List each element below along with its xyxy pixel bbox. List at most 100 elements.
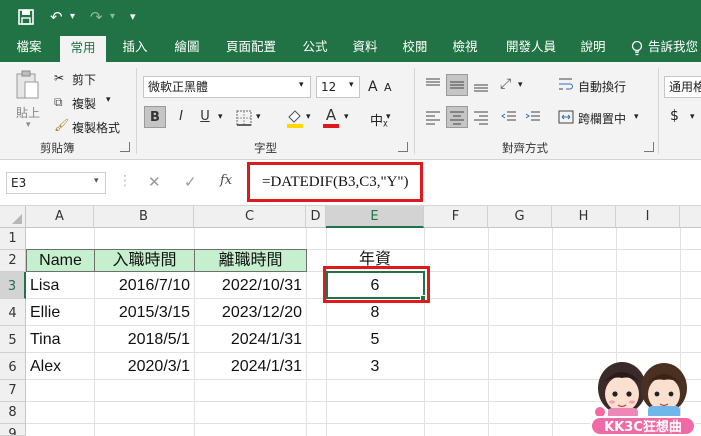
tab-formulas[interactable]: 公式 [292, 34, 338, 62]
paste-button[interactable]: 貼上 [16, 104, 40, 121]
paste-icon[interactable] [14, 70, 40, 103]
bold-button[interactable]: B [144, 106, 166, 128]
redo-icon[interactable]: ↷ [90, 6, 103, 28]
row-header-5[interactable]: 5 [0, 326, 26, 353]
row-header-4[interactable]: 4 [0, 299, 26, 326]
name-cell[interactable]: Alex [30, 353, 61, 380]
column-header-f[interactable]: F [424, 206, 488, 228]
column-header-j[interactable] [680, 206, 701, 228]
name-cell[interactable]: Tina [30, 326, 61, 353]
shrink-font-icon[interactable]: A [384, 81, 392, 94]
name-cell[interactable]: Lisa [30, 272, 59, 299]
hire-date-cell[interactable]: 2020/3/1 [94, 353, 190, 380]
row-header-1[interactable]: 1 [0, 228, 26, 250]
tenure-cell[interactable]: 5 [326, 326, 424, 353]
tenure-cell[interactable]: 3 [326, 353, 424, 380]
undo-dropdown-icon[interactable]: ▾ [70, 6, 75, 28]
clipboard-launcher-icon[interactable] [120, 142, 130, 152]
tab-file[interactable]: 檔案 [6, 34, 52, 62]
paste-dropdown-icon[interactable]: ▾ [26, 120, 31, 130]
font-color-icon[interactable]: A [322, 106, 340, 128]
alignment-launcher-icon[interactable] [644, 142, 654, 152]
column-header-g[interactable]: G [488, 206, 552, 228]
increase-indent-icon[interactable] [524, 108, 542, 129]
column-header-d[interactable]: D [306, 206, 326, 228]
italic-button[interactable]: I [170, 106, 192, 128]
header-cell-leave-date[interactable]: 離職時間 [194, 249, 307, 272]
hire-date-cell[interactable]: 2018/5/1 [94, 326, 190, 353]
leave-date-cell[interactable]: 2024/1/31 [194, 326, 302, 353]
row-header-7[interactable]: 7 [0, 380, 26, 402]
row-header-6[interactable]: 6 [0, 353, 26, 380]
font-name-dropdown-icon[interactable]: ▾ [299, 80, 304, 90]
cancel-icon[interactable]: ✕ [148, 173, 161, 191]
column-header-i[interactable]: I [616, 206, 680, 228]
select-all-corner[interactable] [0, 206, 26, 228]
number-format-select[interactable]: 通用格式 [664, 76, 701, 98]
tab-home[interactable]: 常用 [60, 34, 106, 62]
align-top-icon[interactable] [424, 76, 442, 97]
copy-dropdown-icon[interactable]: ▾ [106, 95, 111, 105]
hire-date-cell[interactable]: 2015/3/15 [94, 299, 190, 326]
fill-color-icon[interactable] [286, 108, 304, 131]
borders-icon[interactable] [236, 110, 252, 129]
currency-dropdown-icon[interactable]: ▾ [690, 112, 695, 122]
align-left-icon[interactable] [424, 108, 442, 129]
align-bottom-icon[interactable] [472, 76, 490, 97]
wrap-text-button[interactable]: 自動換行 [578, 78, 626, 95]
borders-dropdown-icon[interactable]: ▾ [256, 112, 261, 122]
grow-font-icon[interactable]: A [368, 79, 378, 95]
currency-button[interactable]: $ [670, 108, 679, 124]
merge-dropdown-icon[interactable]: ▾ [634, 112, 639, 122]
tab-developer[interactable]: 開發人員 [498, 34, 564, 62]
name-box[interactable]: E3 [6, 172, 106, 194]
enter-icon[interactable]: ✓ [184, 173, 197, 191]
phonetic-dropdown-icon[interactable]: ▾ [386, 112, 391, 122]
copy-button[interactable]: 複製 [72, 95, 96, 112]
tab-insert[interactable]: 插入 [112, 34, 158, 62]
orientation-dropdown-icon[interactable]: ▾ [518, 80, 523, 90]
font-launcher-icon[interactable] [398, 142, 408, 152]
align-center-icon[interactable] [446, 106, 468, 128]
header-cell-hire-date[interactable]: 入職時間 [94, 249, 195, 272]
font-color-dropdown-icon[interactable]: ▾ [344, 112, 349, 122]
align-middle-icon[interactable] [446, 74, 468, 96]
column-header-c[interactable]: C [194, 206, 306, 228]
column-header-b[interactable]: B [94, 206, 194, 228]
decrease-indent-icon[interactable] [500, 108, 518, 129]
row-header-9[interactable]: 9 [0, 424, 26, 436]
format-painter-button[interactable]: 複製格式 [72, 119, 120, 136]
leave-date-cell[interactable]: 2023/12/20 [194, 299, 302, 326]
underline-dropdown-icon[interactable]: ▾ [218, 112, 223, 122]
leave-date-cell[interactable]: 2022/10/31 [194, 272, 302, 299]
redo-dropdown-icon[interactable]: ▾ [110, 6, 115, 28]
tab-page-layout[interactable]: 頁面配置 [218, 34, 284, 62]
tab-data[interactable]: 資料 [342, 34, 388, 62]
column-header-h[interactable]: H [552, 206, 616, 228]
underline-button[interactable]: U [194, 106, 216, 128]
insert-function-icon[interactable]: fx [220, 173, 232, 188]
save-icon[interactable] [18, 6, 34, 28]
tab-review[interactable]: 校閱 [392, 34, 438, 62]
font-name-select[interactable]: 微軟正黑體 [143, 76, 311, 98]
header-cell-name[interactable]: Name [26, 249, 95, 272]
name-box-dropdown-icon[interactable]: ▾ [94, 176, 99, 186]
tenure-cell[interactable]: 8 [326, 299, 424, 326]
row-header-2[interactable]: 2 [0, 250, 26, 272]
font-size-dropdown-icon[interactable]: ▾ [349, 80, 354, 90]
row-header-3[interactable]: 3 [0, 272, 26, 299]
tab-help[interactable]: 說明 [570, 34, 616, 62]
tab-draw[interactable]: 繪圖 [164, 34, 210, 62]
fill-color-dropdown-icon[interactable]: ▾ [306, 112, 311, 122]
tab-view[interactable]: 檢視 [442, 34, 488, 62]
row-header-8[interactable]: 8 [0, 402, 26, 424]
column-header-e[interactable]: E [326, 206, 424, 228]
merge-center-button[interactable]: 跨欄置中 [578, 110, 626, 127]
orientation-icon[interactable]: ⤢ [500, 76, 511, 92]
lightbulb-icon[interactable] [630, 34, 644, 62]
cut-button[interactable]: 剪下 [72, 71, 96, 88]
align-right-icon[interactable] [472, 108, 490, 129]
customize-icon[interactable]: ▾ [130, 6, 136, 28]
column-header-a[interactable]: A [26, 206, 94, 228]
tell-me-search[interactable]: 告訴我您 [648, 34, 701, 62]
